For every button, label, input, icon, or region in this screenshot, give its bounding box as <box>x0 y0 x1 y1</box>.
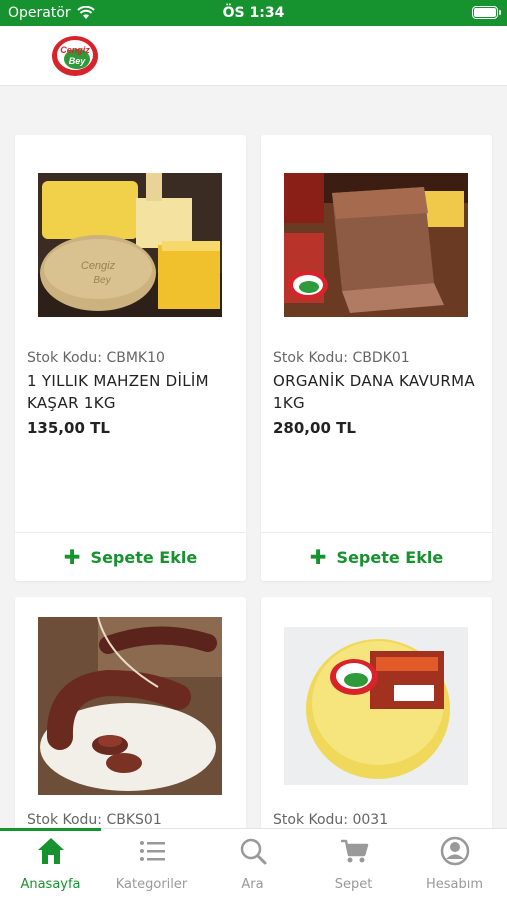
kasar-cheese-image[interactable]: Cengiz Bey <box>38 173 222 317</box>
svg-text:Cengiz: Cengiz <box>81 260 116 272</box>
tab-label: Anasayfa <box>20 877 81 892</box>
tab-label: Sepet <box>334 877 373 892</box>
list-icon <box>140 841 165 861</box>
beef-kavurma-image[interactable] <box>284 173 468 317</box>
add-to-cart-button[interactable]: ✚ Sepete Ekle <box>261 532 492 581</box>
add-to-cart-label: Sepete Ekle <box>90 547 198 567</box>
tab-search[interactable]: Ara <box>202 829 303 900</box>
app-header: Cengiz Bey <box>0 26 507 86</box>
battery-icon <box>472 6 501 19</box>
product-card[interactable]: Stok Kodu: 0031 <box>261 597 492 828</box>
sucuk-sausage-image[interactable] <box>38 617 222 795</box>
home-icon <box>38 838 64 864</box>
product-name[interactable]: 1 YILLIK MAHZEN DİLİM KAŞAR 1KG <box>27 370 237 414</box>
stock-code: Stok Kodu: CBMK10 <box>27 350 165 366</box>
bottom-tab-bar: Anasayfa Kategoriler Ara Sepet Hesabım <box>0 828 507 900</box>
stock-code: Stok Kodu: 0031 <box>273 812 389 828</box>
tab-label: Ara <box>241 877 264 892</box>
cengiz-bey-logo[interactable]: Cengiz Bey <box>48 32 100 78</box>
plus-icon: ✚ <box>309 545 327 569</box>
product-price: 280,00 TL <box>273 419 356 437</box>
logo-text-bottom: Bey <box>69 56 87 66</box>
tab-cart[interactable]: Sepet <box>303 829 404 900</box>
account-icon <box>440 836 470 866</box>
gobek-cheese-image[interactable] <box>284 627 468 785</box>
tab-categories[interactable]: Kategoriler <box>101 829 202 900</box>
status-bar: Operatör ÖS 1:34 <box>0 0 507 26</box>
stock-code: Stok Kodu: CBKS01 <box>27 812 162 828</box>
product-grid: Cengiz Bey Stok Kodu: CBMK10 1 YILLIK MA… <box>0 86 507 828</box>
logo-text-top: Cengiz <box>60 45 90 55</box>
product-card[interactable]: Cengiz Bey Stok Kodu: CBMK10 1 YILLIK MA… <box>15 135 246 581</box>
tab-label: Hesabım <box>425 877 484 892</box>
search-icon <box>240 838 267 865</box>
clock: ÖS 1:34 <box>222 5 285 21</box>
add-to-cart-label: Sepete Ekle <box>336 547 444 567</box>
tab-account[interactable]: Hesabım <box>404 829 505 900</box>
product-name[interactable]: ORGANİK DANA KAVURMA 1KG <box>273 370 483 414</box>
tab-home[interactable]: Anasayfa <box>0 829 101 900</box>
stock-code: Stok Kodu: CBDK01 <box>273 350 410 366</box>
svg-text:Bey: Bey <box>93 275 111 286</box>
add-to-cart-button[interactable]: ✚ Sepete Ekle <box>15 532 246 581</box>
plus-icon: ✚ <box>63 545 81 569</box>
product-card[interactable]: Stok Kodu: CBKS01 <box>15 597 246 828</box>
cart-icon <box>341 839 369 863</box>
product-card[interactable]: Stok Kodu: CBDK01 ORGANİK DANA KAVURMA 1… <box>261 135 492 581</box>
tab-label: Kategoriler <box>115 877 188 892</box>
product-price: 135,00 TL <box>27 419 110 437</box>
